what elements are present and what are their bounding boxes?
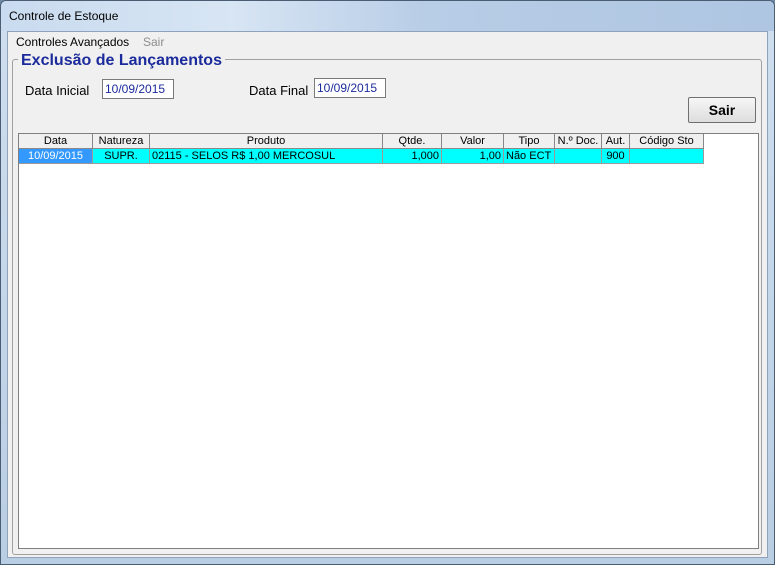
col-header-codigo-sto[interactable]: Código Sto (630, 134, 704, 149)
cell-tipo[interactable]: Não ECT (504, 149, 555, 164)
col-header-natureza[interactable]: Natureza (93, 134, 150, 149)
title-bar: Controle de Estoque (1, 1, 774, 31)
col-header-valor[interactable]: Valor (442, 134, 504, 149)
col-header-tipo[interactable]: Tipo (504, 134, 555, 149)
cell-codigo-sto[interactable] (630, 149, 704, 164)
cell-natureza[interactable]: SUPR. (93, 149, 150, 164)
cell-qtde[interactable]: 1,000 (383, 149, 442, 164)
start-date-field[interactable] (102, 79, 174, 99)
menu-bar: Controles Avançados Sair (8, 32, 767, 52)
cell-aut[interactable]: 900 (602, 149, 630, 164)
page-title: Exclusão de Lançamentos (18, 52, 225, 70)
end-date-label: Data Final (249, 83, 309, 98)
window-title: Controle de Estoque (9, 9, 119, 23)
cell-produto[interactable]: 02115 - SELOS R$ 1,00 MERCOSUL (150, 149, 383, 164)
form-area: Exclusão de Lançamentos Data Inicial Dat… (8, 52, 767, 557)
grid-header: Data Natureza Produto Qtde. Valor Tipo N… (19, 134, 704, 149)
start-date-label: Data Inicial (25, 83, 90, 98)
entries-grid[interactable]: Data Natureza Produto Qtde. Valor Tipo N… (18, 133, 759, 549)
cell-num-doc[interactable] (555, 149, 602, 164)
end-date-field[interactable] (314, 78, 386, 98)
app-window: Controle de Estoque Controles Avançados … (0, 0, 775, 565)
menu-sair[interactable]: Sair (143, 35, 164, 49)
col-header-produto[interactable]: Produto (150, 134, 383, 149)
col-header-num-doc[interactable]: N.º Doc. (555, 134, 602, 149)
exit-button[interactable]: Sair (688, 97, 756, 123)
col-header-aut[interactable]: Aut. (602, 134, 630, 149)
cell-valor[interactable]: 1,00 (442, 149, 504, 164)
table-row[interactable]: 10/09/2015 SUPR. 02115 - SELOS R$ 1,00 M… (19, 149, 704, 164)
col-header-data[interactable]: Data (19, 134, 93, 149)
col-header-qtde[interactable]: Qtde. (383, 134, 442, 149)
cell-data[interactable]: 10/09/2015 (19, 149, 93, 164)
menu-controles-avancados[interactable]: Controles Avançados (16, 35, 129, 49)
client-area: Controles Avançados Sair Exclusão de Lan… (7, 31, 768, 558)
